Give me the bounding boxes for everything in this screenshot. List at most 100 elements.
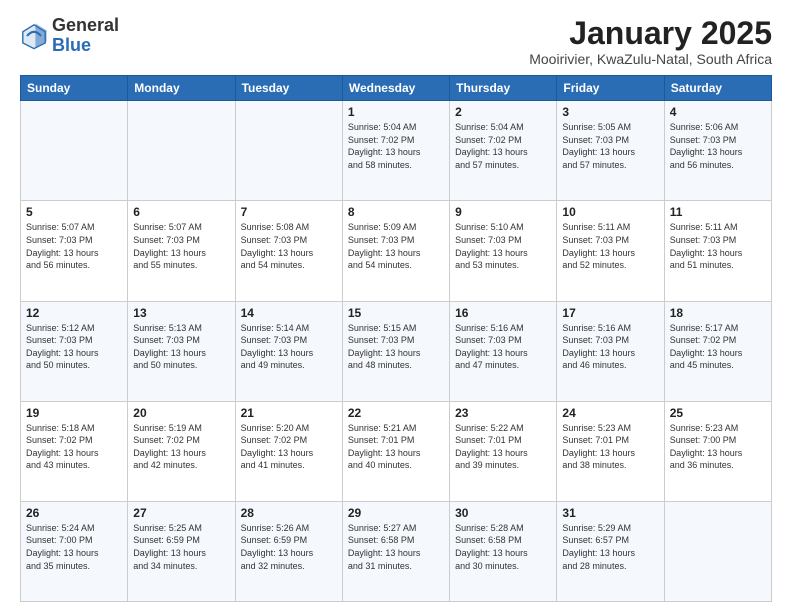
- day-info: Sunrise: 5:16 AM Sunset: 7:03 PM Dayligh…: [455, 322, 551, 372]
- day-info: Sunrise: 5:16 AM Sunset: 7:03 PM Dayligh…: [562, 322, 658, 372]
- calendar-week-2: 12Sunrise: 5:12 AM Sunset: 7:03 PM Dayli…: [21, 301, 772, 401]
- page: General Blue January 2025 Mooirivier, Kw…: [0, 0, 792, 612]
- calendar-cell: 7 Sunrise: 5:08 AM Sunset: 7:03 PM Daylig…: [235, 201, 342, 301]
- calendar-cell: 4 Sunrise: 5:06 AM Sunset: 7:03 PM Daylig…: [664, 101, 771, 201]
- title-block: January 2025 Mooirivier, KwaZulu-Natal, …: [529, 16, 772, 67]
- day-info: Sunrise: 5:07 AM Sunset: 7:03 PM Dayligh…: [133, 221, 229, 271]
- day-number: 10: [562, 205, 658, 219]
- day-number: 28: [241, 506, 337, 520]
- day-number: 3: [562, 105, 658, 119]
- calendar-cell: 2 Sunrise: 5:04 AM Sunset: 7:02 PM Daylig…: [450, 101, 557, 201]
- calendar-week-1: 5Sunrise: 5:07 AM Sunset: 7:03 PM Daylig…: [21, 201, 772, 301]
- calendar-cell: 28 Sunrise: 5:26 AM Sunset: 6:59 PM Dayli…: [235, 501, 342, 601]
- day-info: Sunrise: 5:04 AM Sunset: 7:02 PM Dayligh…: [348, 121, 444, 171]
- col-header-saturday: Saturday: [664, 76, 771, 101]
- day-number: 19: [26, 406, 122, 420]
- calendar-cell: 13 Sunrise: 5:13 AM Sunset: 7:03 PM Dayli…: [128, 301, 235, 401]
- calendar-cell: 23 Sunrise: 5:22 AM Sunset: 7:01 PM Dayli…: [450, 401, 557, 501]
- day-number: 23: [455, 406, 551, 420]
- day-info: Sunrise: 5:24 AM Sunset: 7:00 PM Dayligh…: [26, 522, 122, 572]
- day-number: 14: [241, 306, 337, 320]
- day-number: 4: [670, 105, 766, 119]
- day-number: 21: [241, 406, 337, 420]
- calendar-cell: 25 Sunrise: 5:23 AM Sunset: 7:00 PM Dayli…: [664, 401, 771, 501]
- day-info: Sunrise: 5:12 AM Sunset: 7:03 PM Dayligh…: [26, 322, 122, 372]
- day-number: 9: [455, 205, 551, 219]
- day-info: Sunrise: 5:23 AM Sunset: 7:01 PM Dayligh…: [562, 422, 658, 472]
- day-info: Sunrise: 5:10 AM Sunset: 7:03 PM Dayligh…: [455, 221, 551, 271]
- day-info: Sunrise: 5:20 AM Sunset: 7:02 PM Dayligh…: [241, 422, 337, 472]
- day-number: 1: [348, 105, 444, 119]
- day-info: Sunrise: 5:28 AM Sunset: 6:58 PM Dayligh…: [455, 522, 551, 572]
- day-number: 24: [562, 406, 658, 420]
- day-info: Sunrise: 5:25 AM Sunset: 6:59 PM Dayligh…: [133, 522, 229, 572]
- day-number: 20: [133, 406, 229, 420]
- day-info: Sunrise: 5:08 AM Sunset: 7:03 PM Dayligh…: [241, 221, 337, 271]
- calendar-table: SundayMondayTuesdayWednesdayThursdayFrid…: [20, 75, 772, 602]
- day-number: 2: [455, 105, 551, 119]
- calendar-cell: 20 Sunrise: 5:19 AM Sunset: 7:02 PM Dayli…: [128, 401, 235, 501]
- logo: General Blue: [20, 16, 119, 56]
- calendar-cell: 5Sunrise: 5:07 AM Sunset: 7:03 PM Daylig…: [21, 201, 128, 301]
- day-info: Sunrise: 5:22 AM Sunset: 7:01 PM Dayligh…: [455, 422, 551, 472]
- col-header-monday: Monday: [128, 76, 235, 101]
- day-info: Sunrise: 5:17 AM Sunset: 7:02 PM Dayligh…: [670, 322, 766, 372]
- day-info: Sunrise: 5:11 AM Sunset: 7:03 PM Dayligh…: [562, 221, 658, 271]
- day-number: 7: [241, 205, 337, 219]
- subtitle: Mooirivier, KwaZulu-Natal, South Africa: [529, 51, 772, 67]
- day-number: 31: [562, 506, 658, 520]
- calendar-cell: 12Sunrise: 5:12 AM Sunset: 7:03 PM Dayli…: [21, 301, 128, 401]
- logo-icon: [20, 22, 48, 50]
- calendar-cell: 8Sunrise: 5:09 AM Sunset: 7:03 PM Daylig…: [342, 201, 449, 301]
- calendar-week-3: 19Sunrise: 5:18 AM Sunset: 7:02 PM Dayli…: [21, 401, 772, 501]
- calendar-cell: 30 Sunrise: 5:28 AM Sunset: 6:58 PM Dayli…: [450, 501, 557, 601]
- day-info: Sunrise: 5:11 AM Sunset: 7:03 PM Dayligh…: [670, 221, 766, 271]
- calendar-cell: 19Sunrise: 5:18 AM Sunset: 7:02 PM Dayli…: [21, 401, 128, 501]
- day-info: Sunrise: 5:14 AM Sunset: 7:03 PM Dayligh…: [241, 322, 337, 372]
- day-info: Sunrise: 5:19 AM Sunset: 7:02 PM Dayligh…: [133, 422, 229, 472]
- day-info: Sunrise: 5:23 AM Sunset: 7:00 PM Dayligh…: [670, 422, 766, 472]
- calendar-cell: 31 Sunrise: 5:29 AM Sunset: 6:57 PM Dayli…: [557, 501, 664, 601]
- col-header-friday: Friday: [557, 76, 664, 101]
- day-info: Sunrise: 5:05 AM Sunset: 7:03 PM Dayligh…: [562, 121, 658, 171]
- day-info: Sunrise: 5:04 AM Sunset: 7:02 PM Dayligh…: [455, 121, 551, 171]
- calendar-cell: [21, 101, 128, 201]
- day-info: Sunrise: 5:15 AM Sunset: 7:03 PM Dayligh…: [348, 322, 444, 372]
- day-number: 29: [348, 506, 444, 520]
- calendar-cell: 26Sunrise: 5:24 AM Sunset: 7:00 PM Dayli…: [21, 501, 128, 601]
- day-number: 15: [348, 306, 444, 320]
- calendar-cell: 29 Sunrise: 5:27 AM Sunset: 6:58 PM Dayli…: [342, 501, 449, 601]
- col-header-thursday: Thursday: [450, 76, 557, 101]
- calendar-cell: [664, 501, 771, 601]
- day-info: Sunrise: 5:27 AM Sunset: 6:58 PM Dayligh…: [348, 522, 444, 572]
- day-info: Sunrise: 5:29 AM Sunset: 6:57 PM Dayligh…: [562, 522, 658, 572]
- day-info: Sunrise: 5:06 AM Sunset: 7:03 PM Dayligh…: [670, 121, 766, 171]
- calendar-cell: 15 Sunrise: 5:15 AM Sunset: 7:03 PM Dayli…: [342, 301, 449, 401]
- day-number: 27: [133, 506, 229, 520]
- calendar-cell: [128, 101, 235, 201]
- day-number: 16: [455, 306, 551, 320]
- day-info: Sunrise: 5:13 AM Sunset: 7:03 PM Dayligh…: [133, 322, 229, 372]
- day-number: 30: [455, 506, 551, 520]
- day-number: 22: [348, 406, 444, 420]
- month-title: January 2025: [529, 16, 772, 51]
- day-number: 17: [562, 306, 658, 320]
- calendar-cell: 22 Sunrise: 5:21 AM Sunset: 7:01 PM Dayli…: [342, 401, 449, 501]
- day-info: Sunrise: 5:26 AM Sunset: 6:59 PM Dayligh…: [241, 522, 337, 572]
- day-number: 18: [670, 306, 766, 320]
- calendar-cell: 10 Sunrise: 5:11 AM Sunset: 7:03 PM Dayli…: [557, 201, 664, 301]
- day-number: 6: [133, 205, 229, 219]
- day-number: 25: [670, 406, 766, 420]
- calendar-cell: 11 Sunrise: 5:11 AM Sunset: 7:03 PM Dayli…: [664, 201, 771, 301]
- calendar-week-0: 1 Sunrise: 5:04 AM Sunset: 7:02 PM Daylig…: [21, 101, 772, 201]
- logo-text: General Blue: [52, 16, 119, 56]
- calendar-cell: 9 Sunrise: 5:10 AM Sunset: 7:03 PM Daylig…: [450, 201, 557, 301]
- day-number: 13: [133, 306, 229, 320]
- calendar-cell: 21 Sunrise: 5:20 AM Sunset: 7:02 PM Dayli…: [235, 401, 342, 501]
- day-number: 11: [670, 205, 766, 219]
- calendar-cell: 16 Sunrise: 5:16 AM Sunset: 7:03 PM Dayli…: [450, 301, 557, 401]
- calendar-cell: [235, 101, 342, 201]
- calendar-cell: 1 Sunrise: 5:04 AM Sunset: 7:02 PM Daylig…: [342, 101, 449, 201]
- calendar-header-row: SundayMondayTuesdayWednesdayThursdayFrid…: [21, 76, 772, 101]
- day-info: Sunrise: 5:21 AM Sunset: 7:01 PM Dayligh…: [348, 422, 444, 472]
